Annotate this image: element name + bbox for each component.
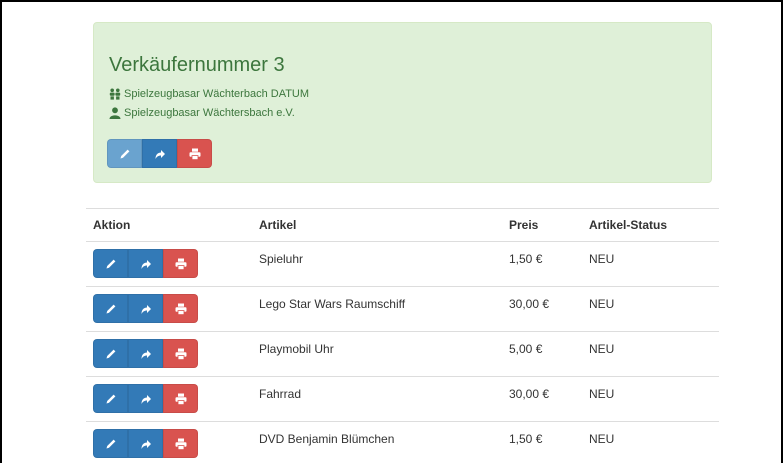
share-icon <box>141 259 151 269</box>
share-icon <box>155 149 165 159</box>
seller-forward-button[interactable] <box>142 139 177 168</box>
header-preis: Preis <box>502 208 582 242</box>
table-header-row: Aktion Artikel Preis Artikel-Status <box>86 208 719 242</box>
item-price: 1,50 € <box>502 241 582 287</box>
table-row: Spieluhr 1,50 € NEU <box>86 241 719 287</box>
pencil-icon <box>106 394 115 403</box>
item-status: NEU <box>582 376 719 422</box>
print-icon <box>189 148 200 160</box>
pencil-icon <box>106 259 115 268</box>
table-row: DVD Benjamin Blümchen 1,50 € NEU <box>86 421 719 463</box>
item-price: 1,50 € <box>502 421 582 463</box>
share-icon <box>141 304 151 314</box>
item-price: 30,00 € <box>502 376 582 422</box>
page-frame: Verkäufernummer 3 Spielzeugbasar Wächter… <box>0 0 783 463</box>
table-row: Fahrrad 30,00 € NEU <box>86 376 719 422</box>
item-name: Playmobil Uhr <box>252 331 502 377</box>
forward-button[interactable] <box>128 249 163 278</box>
print-button[interactable] <box>163 249 198 278</box>
item-name: Lego Star Wars Raumschiff <box>252 286 502 332</box>
forward-button[interactable] <box>128 294 163 323</box>
share-icon <box>141 349 151 359</box>
header-aktion: Aktion <box>86 208 252 242</box>
print-button[interactable] <box>163 429 198 458</box>
print-button[interactable] <box>163 384 198 413</box>
row-actions <box>86 331 252 377</box>
seller-actions <box>107 139 212 168</box>
event-line: Spielzeugbasar Wächterbach DATUM <box>109 88 309 100</box>
print-icon <box>175 258 186 270</box>
header-artikel: Artikel <box>252 208 502 242</box>
print-button[interactable] <box>163 339 198 368</box>
edit-button[interactable] <box>93 384 128 413</box>
table-row: Playmobil Uhr 5,00 € NEU <box>86 331 719 377</box>
item-name: DVD Benjamin Blümchen <box>252 421 502 463</box>
items-table: Aktion Artikel Preis Artikel-Status Spie… <box>86 208 719 463</box>
item-price: 30,00 € <box>502 286 582 332</box>
event-name: Spielzeugbasar Wächterbach DATUM <box>124 88 310 100</box>
row-actions <box>86 241 252 287</box>
organizer-name: Spielzeugbasar Wächtersbach e.V. <box>124 107 295 119</box>
item-price: 5,00 € <box>502 331 582 377</box>
print-button[interactable] <box>163 294 198 323</box>
header-status: Artikel-Status <box>582 208 719 242</box>
seller-panel: Verkäufernummer 3 Spielzeugbasar Wächter… <box>93 22 712 183</box>
forward-button[interactable] <box>128 384 163 413</box>
share-icon <box>141 439 151 449</box>
forward-button[interactable] <box>128 339 163 368</box>
row-action-group <box>93 249 245 278</box>
print-icon <box>175 438 186 450</box>
pencil-icon <box>106 304 115 313</box>
forward-button[interactable] <box>128 429 163 458</box>
item-status: NEU <box>582 286 719 332</box>
item-status: NEU <box>582 241 719 287</box>
edit-button[interactable] <box>93 249 128 278</box>
row-action-group <box>93 294 245 323</box>
row-actions <box>86 421 252 463</box>
edit-button[interactable] <box>93 294 128 323</box>
print-icon <box>175 303 186 315</box>
pencil-icon <box>120 149 129 158</box>
pencil-icon <box>106 439 115 448</box>
table-row: Lego Star Wars Raumschiff 30,00 € NEU <box>86 286 719 332</box>
item-status: NEU <box>582 331 719 377</box>
seller-print-button[interactable] <box>177 139 212 168</box>
seller-edit-button[interactable] <box>107 139 142 168</box>
row-action-group <box>93 429 245 458</box>
item-status: NEU <box>582 421 719 463</box>
row-action-group <box>93 384 245 413</box>
print-icon <box>175 393 186 405</box>
users-icon <box>109 88 121 100</box>
row-action-group <box>93 339 245 368</box>
item-name: Spieluhr <box>252 241 502 287</box>
seller-title: Verkäufernummer 3 <box>109 54 285 76</box>
row-actions <box>86 286 252 332</box>
edit-button[interactable] <box>93 339 128 368</box>
edit-button[interactable] <box>93 429 128 458</box>
item-name: Fahrrad <box>252 376 502 422</box>
share-icon <box>141 394 151 404</box>
user-icon <box>109 107 121 119</box>
pencil-icon <box>106 349 115 358</box>
organizer-line: Spielzeugbasar Wächtersbach e.V. <box>109 107 295 119</box>
row-actions <box>86 376 252 422</box>
print-icon <box>175 348 186 360</box>
